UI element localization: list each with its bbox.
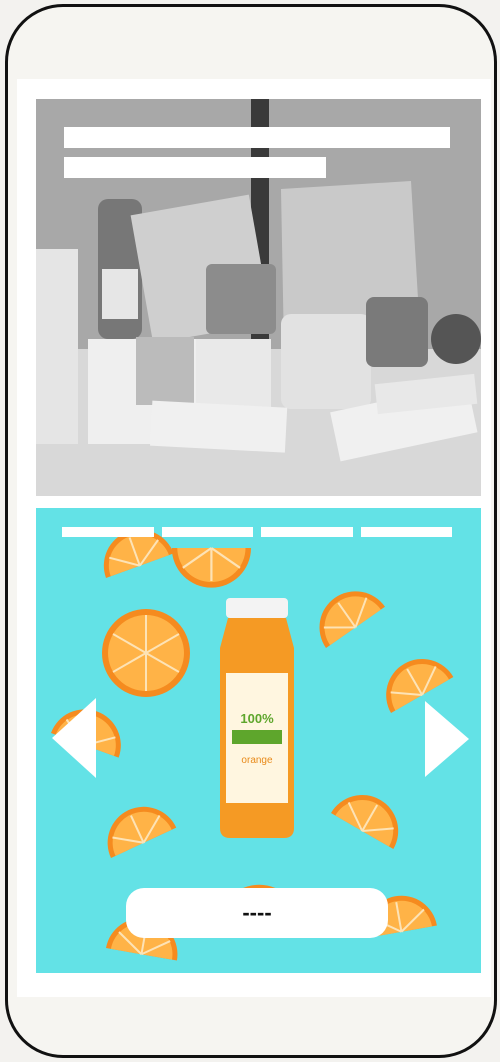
product-carousel[interactable]: 100% orange ---- <box>36 508 481 973</box>
carousel-indicators <box>62 527 452 537</box>
app-screen: 100% orange ---- <box>17 79 491 997</box>
carousel-indicator-2[interactable] <box>161 527 253 537</box>
phone-frame: 100% orange ---- <box>5 4 497 1058</box>
svg-text:100%: 100% <box>240 711 274 726</box>
carousel-next-arrow-icon[interactable] <box>425 701 469 777</box>
banner-title-placeholder-line-1 <box>64 127 450 148</box>
carousel-indicator-1[interactable] <box>62 527 154 537</box>
carousel-prev-arrow-icon[interactable] <box>52 698 96 778</box>
product-hero-image <box>36 99 481 496</box>
banner-title-placeholder-line-2 <box>64 157 326 178</box>
svg-text:orange: orange <box>241 755 273 766</box>
carousel-indicator-4[interactable] <box>360 527 452 537</box>
carousel-cta-button[interactable]: ---- <box>126 888 388 938</box>
carousel-indicator-3[interactable] <box>261 527 353 537</box>
